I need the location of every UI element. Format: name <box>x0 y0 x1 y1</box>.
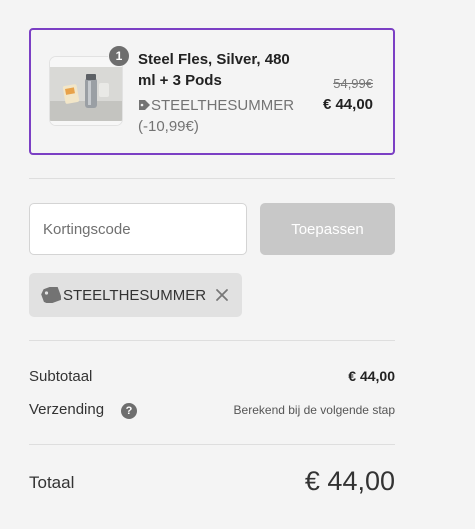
item-discount: STEELTHESUMMER (-10,99€) <box>138 95 313 137</box>
close-icon[interactable] <box>214 287 230 303</box>
apply-discount-button[interactable]: Toepassen <box>260 203 395 255</box>
divider <box>29 178 395 179</box>
total-label: Totaal <box>29 473 75 492</box>
tag-icon <box>139 100 150 110</box>
product-thumbnail <box>49 56 123 126</box>
subtotal-label: Subtotaal <box>29 368 93 385</box>
total-value: € 44,00 <box>304 466 395 496</box>
discount-code-input[interactable] <box>29 203 247 255</box>
original-price: 54,99€ <box>333 76 373 91</box>
item-discount-text: STEELTHESUMMER (-10,99€) <box>138 97 295 135</box>
shipping-value: Berekend bij de volgende stap <box>233 403 395 417</box>
help-icon[interactable]: ? <box>121 403 137 419</box>
subtotal-value: € 44,00 <box>348 368 395 384</box>
divider <box>29 444 395 445</box>
cart-item-card: 1 Steel Fles, Silver, 480 ml + 3 Pods ST… <box>29 28 395 155</box>
product-name: Steel Fles, Silver, 480 ml + 3 Pods <box>138 51 290 89</box>
quantity-badge: 1 <box>108 45 130 67</box>
item-price: € 44,00 <box>322 96 373 113</box>
tag-icon <box>41 287 61 303</box>
applied-discount-code: STEELTHESUMMER <box>63 286 207 304</box>
divider <box>29 340 395 341</box>
shipping-label: Verzending <box>29 401 105 418</box>
applied-discount-chip: STEELTHESUMMER <box>29 273 242 317</box>
